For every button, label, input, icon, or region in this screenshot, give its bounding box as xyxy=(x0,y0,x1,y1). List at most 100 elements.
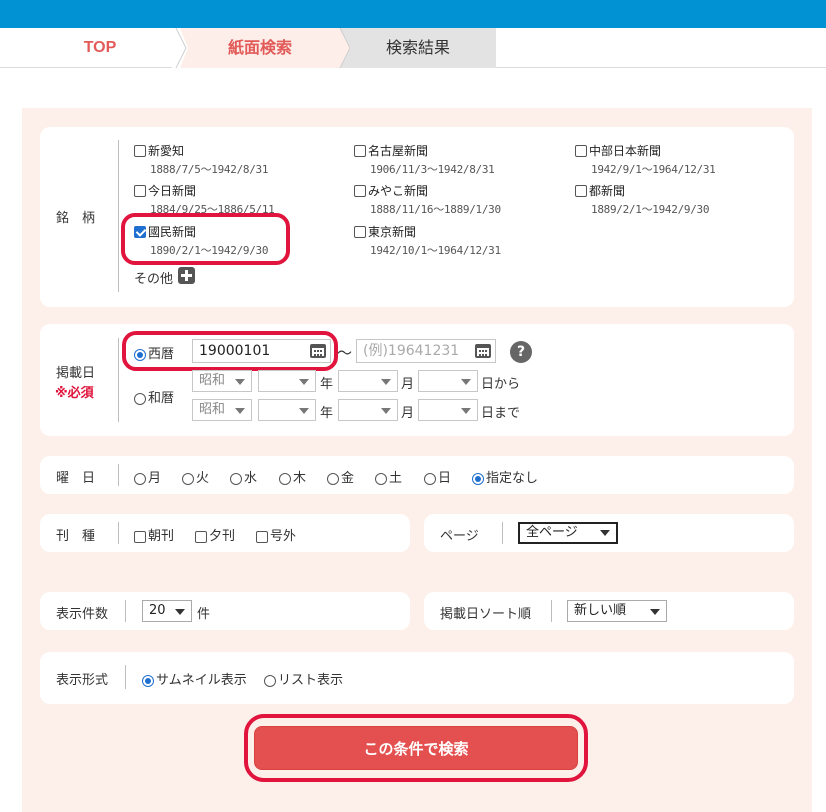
chevron-down-icon xyxy=(600,530,610,536)
weekday-option[interactable]: 金 xyxy=(327,467,354,486)
sort-select[interactable]: 新しい順 xyxy=(567,600,667,622)
japanese-calendar-radio[interactable]: 和暦 xyxy=(134,387,174,406)
checkbox[interactable] xyxy=(354,144,366,157)
divider xyxy=(551,600,552,622)
breadcrumb-search-results: 検索結果 xyxy=(340,28,496,68)
brand-option[interactable]: みやこ新聞 1888/11/16〜1889/1/30 xyxy=(354,182,501,217)
radio[interactable] xyxy=(230,472,242,485)
month-select-to[interactable] xyxy=(338,399,398,421)
divider xyxy=(125,600,126,622)
from-suffix: 日から xyxy=(481,377,521,392)
brand-option[interactable]: 都新聞 1889/2/1〜1942/9/30 xyxy=(575,182,709,217)
year-select-from[interactable] xyxy=(258,370,316,392)
radio[interactable] xyxy=(375,472,387,485)
weekday-option[interactable]: 木 xyxy=(279,467,306,486)
chevron-down-icon xyxy=(299,408,309,414)
format-option-list[interactable]: リスト表示 xyxy=(264,669,343,688)
radio[interactable] xyxy=(134,392,146,405)
date-to-input[interactable]: (例)19641231 xyxy=(356,339,496,363)
edition-option[interactable]: 号外 xyxy=(256,525,296,544)
divider xyxy=(118,464,119,486)
count-unit: 件 xyxy=(197,607,211,622)
chevron-down-icon xyxy=(461,379,471,385)
chevron-down-icon xyxy=(235,408,245,414)
page-select[interactable]: 全ページ xyxy=(518,522,618,544)
brand-option[interactable]: 新愛知 1888/7/5〜1942/8/31 xyxy=(134,142,268,177)
month-unit: 月 xyxy=(401,377,415,392)
checkbox[interactable] xyxy=(134,144,146,157)
edition-option[interactable]: 夕刊 xyxy=(195,525,235,544)
weekday-label: 曜 日 xyxy=(56,471,96,486)
checkbox[interactable] xyxy=(195,530,207,543)
weekday-option[interactable]: 月 xyxy=(134,467,161,486)
chevron-down-icon xyxy=(299,379,309,385)
checkbox[interactable] xyxy=(575,184,587,197)
edition-label: 刊 種 xyxy=(56,529,96,544)
count-label: 表示件数 xyxy=(56,607,109,622)
breadcrumb-paper-search: 紙面検索 xyxy=(180,28,340,68)
checkbox[interactable] xyxy=(134,184,146,197)
chevron-down-icon xyxy=(650,609,660,615)
radio-checked[interactable] xyxy=(142,674,154,687)
required-note: ※必須 xyxy=(55,386,94,401)
weekday-option[interactable]: 日 xyxy=(424,467,451,486)
highlight-ring xyxy=(122,331,338,371)
format-option-thumbnail[interactable]: サムネイル表示 xyxy=(142,669,247,688)
era-select-to[interactable]: 昭和 xyxy=(192,399,252,421)
radio[interactable] xyxy=(327,472,339,485)
radio[interactable] xyxy=(279,472,291,485)
breadcrumb: TOP 紙面検索 検索結果 xyxy=(0,28,826,68)
checkbox[interactable] xyxy=(354,225,366,238)
weekday-option-none[interactable]: 指定なし xyxy=(472,467,538,486)
brand-option[interactable]: 今日新聞 1884/9/25〜1886/5/11 xyxy=(134,182,275,217)
checkbox[interactable] xyxy=(256,530,268,543)
chevron-right-icon xyxy=(334,28,350,68)
year-unit: 年 xyxy=(320,406,334,421)
chevron-down-icon xyxy=(381,408,391,414)
radio[interactable] xyxy=(182,472,194,485)
brand-option[interactable]: 名古屋新聞 1906/11/3〜1942/8/31 xyxy=(354,142,495,177)
divider xyxy=(125,665,126,689)
radio[interactable] xyxy=(264,674,276,687)
year-unit: 年 xyxy=(320,377,334,392)
count-select[interactable]: 20 xyxy=(142,600,192,622)
page-label: ページ xyxy=(440,529,479,544)
month-select-from[interactable] xyxy=(338,370,398,392)
year-select-to[interactable] xyxy=(258,399,316,421)
day-select-to[interactable] xyxy=(418,399,478,421)
chevron-right-icon xyxy=(172,28,188,68)
day-select-from[interactable] xyxy=(418,370,478,392)
other-brands-label: その他 xyxy=(134,272,174,287)
divider xyxy=(118,140,119,292)
brand-option[interactable]: 中部日本新聞 1942/9/1〜1964/12/31 xyxy=(575,142,716,177)
plus-icon[interactable] xyxy=(178,267,195,284)
help-icon[interactable]: ? xyxy=(510,341,532,363)
radio[interactable] xyxy=(134,472,146,485)
weekday-option[interactable]: 火 xyxy=(182,467,209,486)
breadcrumb-top[interactable]: TOP xyxy=(60,28,140,68)
weekday-option[interactable]: 土 xyxy=(375,467,402,486)
era-select-from[interactable]: 昭和 xyxy=(192,370,252,392)
checkbox[interactable] xyxy=(354,184,366,197)
chevron-down-icon xyxy=(235,379,245,385)
range-separator: 〜 xyxy=(337,344,353,362)
top-bar xyxy=(0,0,826,28)
calendar-icon[interactable] xyxy=(475,344,491,358)
highlight-ring xyxy=(244,714,588,782)
divider xyxy=(502,522,503,544)
radio[interactable] xyxy=(424,472,436,485)
highlight-ring xyxy=(121,213,290,265)
checkbox[interactable] xyxy=(134,530,146,543)
brand-option[interactable]: 東京新聞 1942/10/1〜1964/12/31 xyxy=(354,223,501,258)
date-label: 掲載日 xyxy=(56,366,96,381)
weekday-option[interactable]: 水 xyxy=(230,467,257,486)
to-suffix: 日まで xyxy=(481,406,521,421)
checkbox[interactable] xyxy=(575,144,587,157)
edition-option[interactable]: 朝刊 xyxy=(134,525,174,544)
radio-checked[interactable] xyxy=(472,472,484,485)
divider xyxy=(118,522,119,544)
chevron-down-icon xyxy=(175,609,185,615)
month-unit: 月 xyxy=(401,406,415,421)
format-label: 表示形式 xyxy=(56,673,109,688)
sort-label: 掲載日ソート順 xyxy=(440,607,532,622)
